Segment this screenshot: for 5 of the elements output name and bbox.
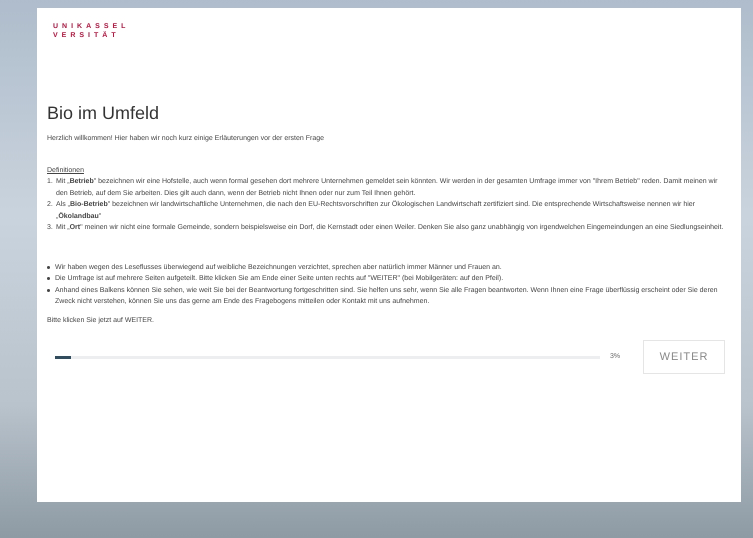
page-title: Bio im Umfeld xyxy=(47,102,160,124)
bullet-icon xyxy=(47,288,50,292)
bullet-icon xyxy=(47,277,50,280)
next-button[interactable]: WEITER xyxy=(643,340,725,374)
bullet-icon xyxy=(47,266,50,268)
